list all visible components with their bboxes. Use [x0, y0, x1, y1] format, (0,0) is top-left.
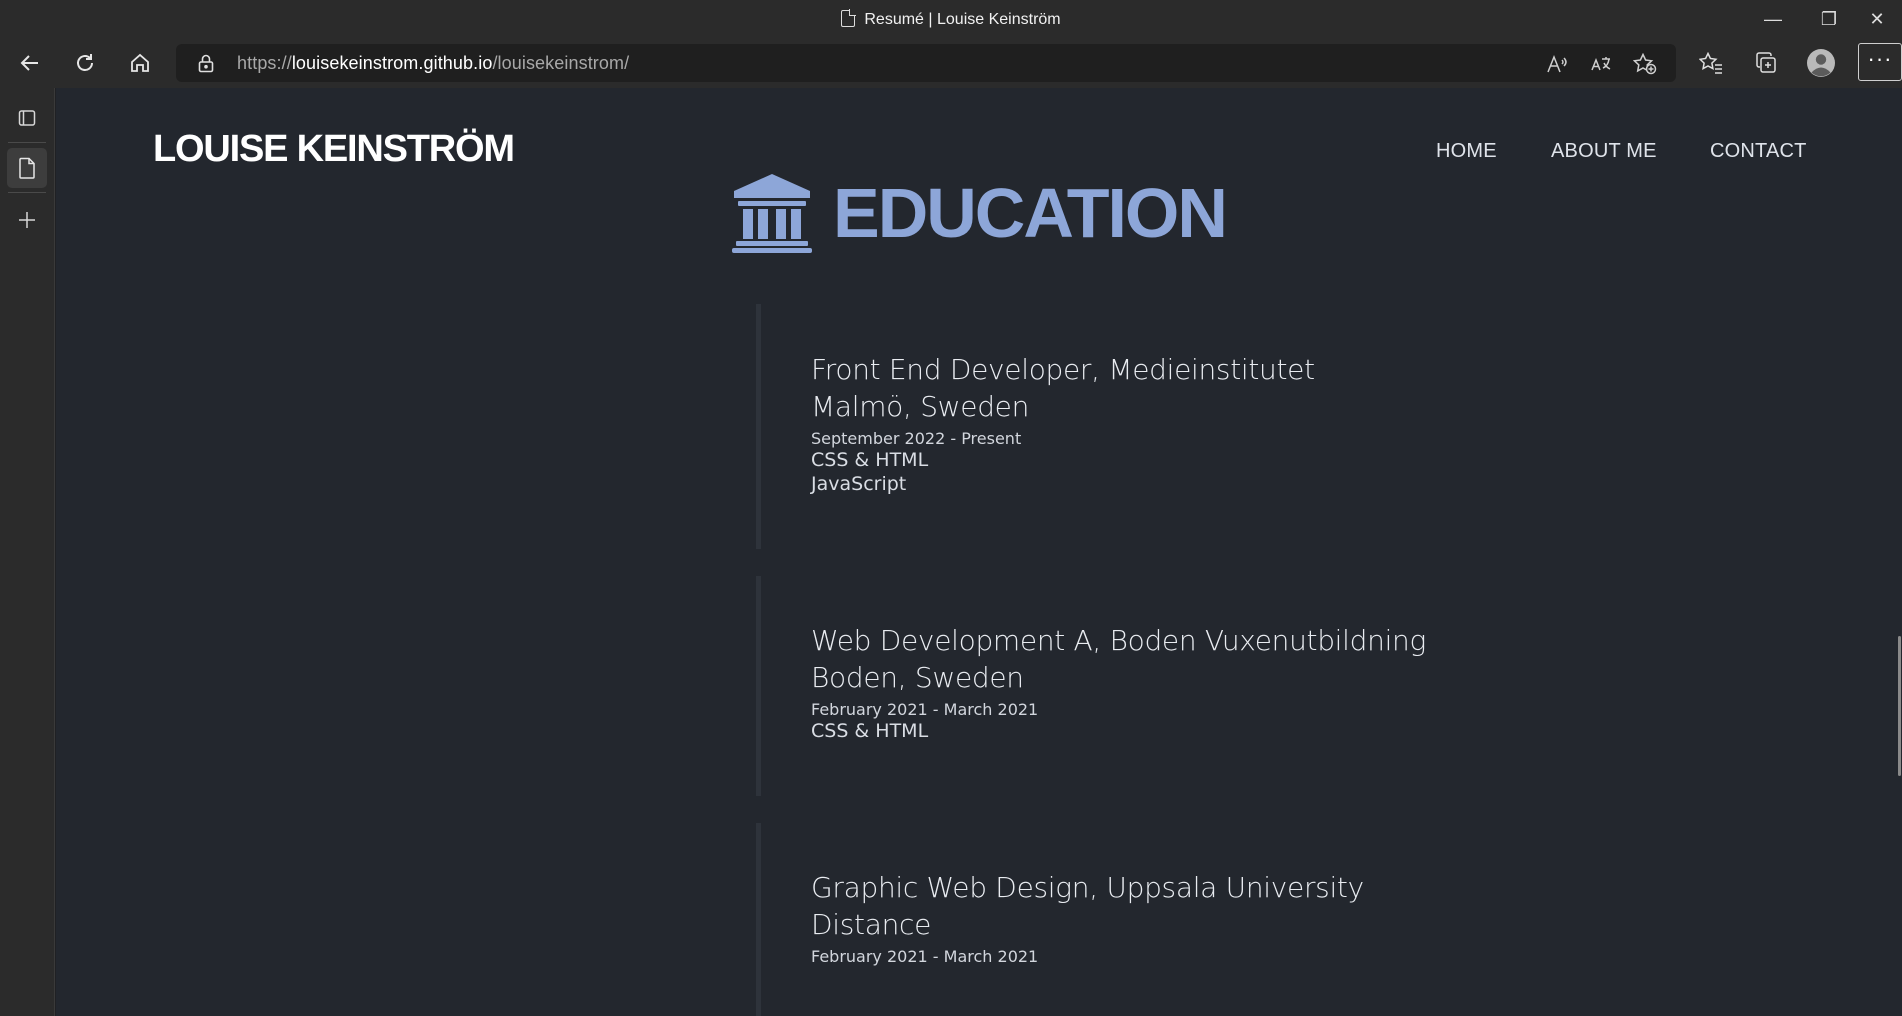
web-page: LOUISE KEINSTRÖM HOME ABOUT ME CONTACT E… — [56, 88, 1902, 1016]
home-button[interactable] — [121, 44, 159, 82]
scrollbar-thumb[interactable] — [1898, 636, 1901, 776]
entry-dates: February 2021 - March 2021 — [811, 700, 1039, 719]
section-title: EDUCATION — [833, 174, 1228, 252]
site-brand[interactable]: LOUISE KEINSTRÖM — [153, 128, 515, 171]
entry-dates: September 2022 - Present — [811, 429, 1022, 448]
entry-location: Distance — [811, 908, 932, 941]
title-bar: Resumé | Louise Keinström — ❐ ✕ — [0, 0, 1902, 38]
collections-button[interactable] — [1747, 44, 1785, 82]
browser-sidebar — [0, 88, 55, 1016]
education-entry: Web Development A, Boden Vuxenutbildning… — [811, 622, 1426, 743]
page-scrollbar[interactable] — [1896, 88, 1902, 1016]
vertical-tab-active[interactable] — [7, 148, 47, 188]
entry-title: Graphic Web Design, Uppsala University — [811, 871, 1364, 904]
education-entry: Front End Developer, Medieinstitutet Mal… — [811, 351, 1315, 496]
browser-toolbar: https://louisekeinstrom.github.io/louise… — [0, 38, 1902, 88]
back-arrow-icon — [20, 55, 38, 71]
window-title-text: Resumé | Louise Keinström — [864, 11, 1061, 28]
entry-subject: CSS & HTML — [811, 449, 929, 471]
new-tab-button[interactable] — [7, 200, 47, 240]
nav-about-me[interactable]: ABOUT ME — [1551, 140, 1657, 163]
window-title: Resumé | Louise Keinström — [0, 9, 1902, 29]
timeline-line — [756, 576, 761, 796]
close-window-button[interactable]: ✕ — [1852, 6, 1902, 32]
favorites-icon — [1699, 52, 1722, 74]
timeline-line — [756, 823, 761, 1016]
restore-button[interactable]: ❐ — [1804, 6, 1854, 32]
translate-icon[interactable] — [1589, 52, 1613, 76]
entry-title: Front End Developer, Medieinstitutet — [811, 353, 1315, 386]
entry-subject: CSS & HTML — [811, 720, 929, 742]
back-button[interactable] — [11, 44, 49, 82]
home-icon — [131, 53, 149, 72]
page-icon — [19, 157, 35, 179]
refresh-icon — [77, 54, 93, 71]
entry-dates: February 2021 - March 2021 — [811, 947, 1039, 966]
university-building-icon — [732, 174, 812, 253]
document-icon — [841, 9, 857, 27]
tab-actions-button[interactable] — [7, 98, 47, 138]
profile-icon — [1807, 49, 1835, 77]
sidebar-divider — [8, 192, 46, 193]
nav-home[interactable]: HOME — [1436, 140, 1497, 163]
add-favorite-icon[interactable] — [1633, 52, 1657, 76]
profile-button[interactable] — [1802, 44, 1840, 82]
education-heading: EDUCATION — [731, 173, 1228, 253]
url-text[interactable]: https://louisekeinstrom.github.io/louise… — [237, 53, 629, 74]
more-button[interactable]: ··· — [1858, 43, 1902, 81]
address-bar[interactable]: https://louisekeinstrom.github.io/louise… — [176, 44, 1676, 82]
url-path: /louisekeinstrom/ — [492, 53, 630, 73]
collections-icon — [1756, 52, 1776, 73]
plus-icon — [19, 212, 35, 228]
entry-location: Boden, Sweden — [811, 661, 1024, 694]
sidebar-divider — [8, 142, 46, 143]
url-host: louisekeinstrom.github.io — [291, 53, 493, 73]
more-icon: ··· — [1867, 46, 1893, 71]
refresh-button[interactable] — [66, 44, 104, 82]
nav-contact[interactable]: CONTACT — [1710, 140, 1807, 163]
timeline-line — [756, 304, 761, 549]
entry-location: Malmö, Sweden — [811, 390, 1030, 423]
lock-icon[interactable] — [198, 54, 214, 73]
tab-actions-icon — [18, 110, 36, 126]
entry-subject: JavaScript — [811, 473, 907, 495]
read-aloud-icon[interactable] — [1545, 52, 1569, 76]
entry-title: Web Development A, Boden Vuxenutbildning — [811, 624, 1426, 657]
url-scheme: https:// — [237, 53, 292, 73]
minimize-button[interactable]: — — [1748, 6, 1798, 32]
favorites-button[interactable] — [1692, 44, 1730, 82]
education-entry: Graphic Web Design, Uppsala University D… — [811, 869, 1364, 966]
